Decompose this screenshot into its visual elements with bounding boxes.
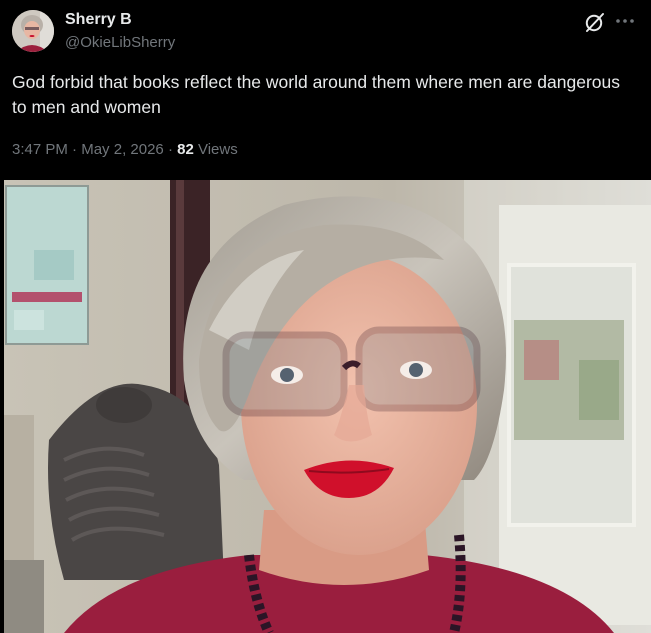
more-icon[interactable] <box>614 10 636 32</box>
meta-separator: · <box>72 141 78 158</box>
meta-separator: · <box>167 141 173 158</box>
tweet: Sherry B @OkieLibSherry God forbid that … <box>0 0 651 633</box>
tweet-photo[interactable] <box>4 180 651 633</box>
tweet-header: Sherry B @OkieLibSherry <box>0 0 651 60</box>
avatar[interactable] <box>12 10 54 52</box>
author-handle[interactable]: @OkieLibSherry <box>65 34 175 51</box>
tweet-time[interactable]: 3:47 PM <box>12 141 68 158</box>
author-name[interactable]: Sherry B <box>65 11 132 29</box>
tweet-text: God forbid that books reflect the world … <box>12 72 620 117</box>
tweet-meta: 3:47 PM · May 2, 2026 · 82 Views <box>12 141 238 158</box>
tweet-date[interactable]: May 2, 2026 <box>81 141 164 158</box>
grok-icon[interactable] <box>583 10 607 34</box>
views-count[interactable]: 82 <box>177 141 194 158</box>
views-label[interactable]: Views <box>198 141 238 158</box>
